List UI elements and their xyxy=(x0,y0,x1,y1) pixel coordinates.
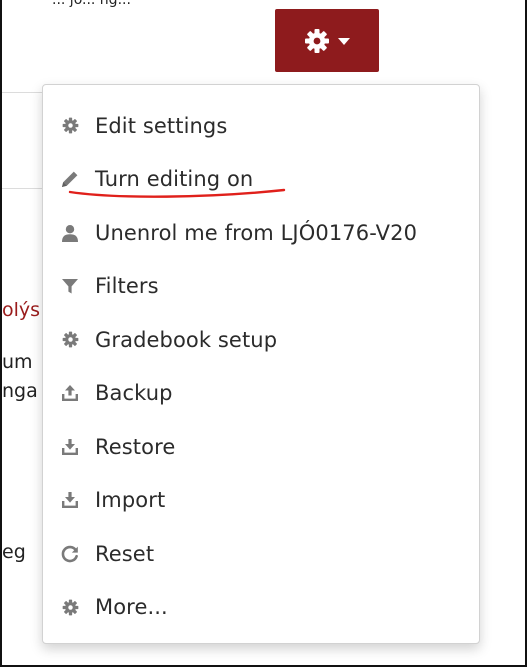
menu-item-import[interactable]: Import xyxy=(43,474,479,528)
download-icon xyxy=(59,436,81,458)
background-text-fragment: nga xyxy=(2,380,38,402)
menu-item-more[interactable]: More... xyxy=(43,581,479,635)
caret-down-icon xyxy=(338,38,350,45)
background-divider xyxy=(2,188,42,189)
menu-item-label: Edit settings xyxy=(95,113,228,138)
pencil-icon xyxy=(59,168,81,190)
menu-item-unenrol[interactable]: Unenrol me from LJÓ0176-V20 xyxy=(43,206,479,260)
user-icon xyxy=(59,222,81,244)
background-text-fragment: olýs xyxy=(2,299,41,321)
menu-item-backup[interactable]: Backup xyxy=(43,367,479,421)
filter-icon xyxy=(59,275,81,297)
menu-item-label: Turn editing on xyxy=(95,167,254,192)
menu-item-filters[interactable]: Filters xyxy=(43,260,479,314)
top-caption-clipped: ... jo... ng... xyxy=(0,0,340,8)
settings-dropdown-menu: Edit settings Turn editing on Unenrol me… xyxy=(42,84,480,644)
menu-item-label: More... xyxy=(95,595,168,620)
download-icon xyxy=(59,489,81,511)
gear-icon xyxy=(304,28,330,54)
menu-item-edit-settings[interactable]: Edit settings xyxy=(43,99,479,153)
menu-item-label: Filters xyxy=(95,274,159,299)
reset-icon xyxy=(59,543,81,565)
background-text-fragment: um xyxy=(2,351,33,373)
menu-item-label: Reset xyxy=(95,541,155,566)
menu-item-gradebook-setup[interactable]: Gradebook setup xyxy=(43,313,479,367)
gear-icon xyxy=(59,115,81,137)
gear-icon xyxy=(59,329,81,351)
top-caption-text: ... jo... ng... xyxy=(52,0,131,8)
menu-item-label: Backup xyxy=(95,381,173,406)
menu-item-reset[interactable]: Reset xyxy=(43,527,479,581)
upload-icon xyxy=(59,382,81,404)
menu-item-label: Unenrol me from LJÓ0176-V20 xyxy=(95,220,418,245)
menu-item-label: Restore xyxy=(95,434,176,459)
background-text-fragment: eg xyxy=(2,541,26,563)
gear-icon xyxy=(59,596,81,618)
menu-item-label: Gradebook setup xyxy=(95,327,278,352)
background-divider xyxy=(2,92,42,93)
menu-item-restore[interactable]: Restore xyxy=(43,420,479,474)
course-settings-button[interactable] xyxy=(275,9,379,72)
menu-item-label: Import xyxy=(95,488,166,513)
menu-item-turn-editing-on[interactable]: Turn editing on xyxy=(43,153,479,207)
